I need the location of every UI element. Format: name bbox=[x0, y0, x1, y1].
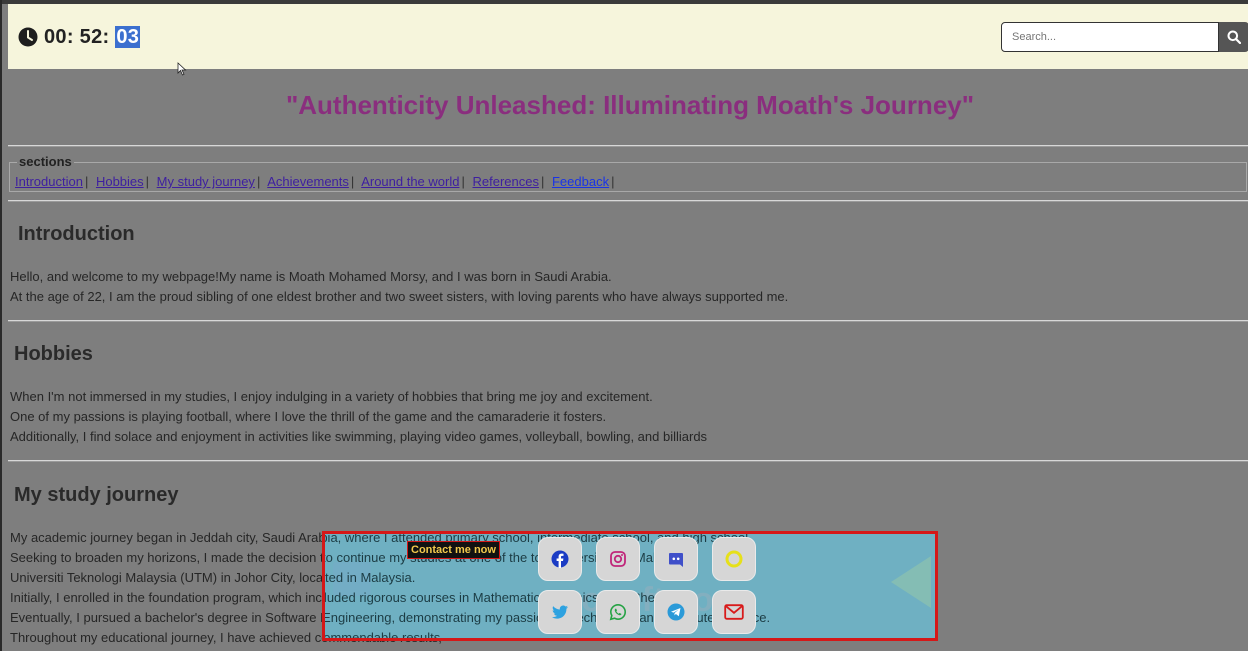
nav-link-introduction[interactable]: Introduction bbox=[15, 174, 83, 189]
divider bbox=[8, 200, 1248, 202]
nav-link-around-the-world[interactable]: Around the world bbox=[361, 174, 459, 189]
search-input[interactable] bbox=[1001, 22, 1219, 52]
background-shape bbox=[891, 556, 931, 608]
snapchat-button[interactable] bbox=[712, 537, 756, 581]
divider bbox=[8, 320, 1248, 322]
study-heading: My study journey bbox=[14, 484, 179, 506]
top-bar: 00: 52: 03 bbox=[8, 4, 1248, 69]
search-button[interactable] bbox=[1219, 22, 1248, 52]
mouse-cursor-icon bbox=[177, 62, 187, 76]
nav-separator: | bbox=[350, 174, 355, 189]
facebook-button[interactable] bbox=[538, 537, 582, 581]
countdown-timer: 00: 52: 03 bbox=[44, 26, 141, 49]
nav-link-study-journey[interactable]: My study journey bbox=[157, 174, 255, 189]
hobbies-line: Additionally, I find solace and enjoymen… bbox=[10, 429, 708, 444]
timer-seconds: 03 bbox=[115, 26, 141, 48]
introduction-line: At the age of 22, I am the proud sibling… bbox=[10, 289, 789, 304]
twitter-button[interactable] bbox=[538, 590, 582, 634]
divider bbox=[8, 460, 1248, 462]
discord-button[interactable] bbox=[654, 537, 698, 581]
instagram-icon bbox=[610, 551, 626, 567]
nav-separator: | bbox=[256, 174, 261, 189]
hobbies-heading: Hobbies bbox=[14, 343, 93, 365]
section-nav: Introduction | Hobbies | My study journey |… bbox=[15, 174, 618, 189]
timer-main: 00: 52: bbox=[44, 26, 116, 48]
introduction-line: Hello, and welcome to my webpage!My name… bbox=[10, 269, 612, 284]
nav-separator: | bbox=[540, 174, 545, 189]
nav-link-achievements[interactable]: Achievements bbox=[267, 174, 349, 189]
telegram-icon bbox=[667, 603, 685, 621]
hobbies-line: One of my passions is playing football, … bbox=[10, 409, 607, 424]
whatsapp-button[interactable] bbox=[596, 590, 640, 634]
browser-viewport: 00: 52: 03 "Authenticity Unleashed: Illu… bbox=[0, 0, 1248, 651]
twitter-icon bbox=[552, 605, 568, 619]
introduction-heading: Introduction bbox=[18, 223, 135, 245]
facebook-icon bbox=[551, 550, 569, 568]
study-line-overlap: Universiti Teknologi Malaysia (UTM) in J… bbox=[325, 570, 416, 585]
search-bar bbox=[1001, 22, 1248, 52]
nav-link-hobbies[interactable]: Hobbies bbox=[96, 174, 144, 189]
sections-legend: sections bbox=[17, 154, 74, 169]
divider bbox=[8, 145, 1248, 147]
snapchat-icon bbox=[725, 550, 743, 568]
nav-separator: | bbox=[461, 174, 465, 189]
nav-link-feedback[interactable]: Feedback bbox=[552, 174, 609, 189]
nav-separator: | bbox=[84, 174, 89, 189]
page-title: "Authenticity Unleashed: Illuminating Mo… bbox=[285, 90, 975, 120]
contact-me-label: Contact me now bbox=[407, 541, 500, 559]
nav-separator: | bbox=[145, 174, 150, 189]
instagram-button[interactable] bbox=[596, 537, 640, 581]
mail-icon bbox=[724, 604, 744, 620]
telegram-button[interactable] bbox=[654, 590, 698, 634]
whatsapp-icon bbox=[609, 603, 627, 621]
nav-link-references[interactable]: References bbox=[472, 174, 538, 189]
study-line-overlap: Throughout my educational journey, I hav… bbox=[322, 630, 444, 641]
search-icon bbox=[1227, 30, 1241, 44]
hobbies-line: When I'm not immersed in my studies, I e… bbox=[10, 389, 653, 404]
nav-separator: | bbox=[611, 174, 615, 189]
discord-icon bbox=[669, 553, 683, 567]
clock-icon bbox=[18, 27, 38, 47]
mail-button[interactable] bbox=[712, 590, 756, 634]
